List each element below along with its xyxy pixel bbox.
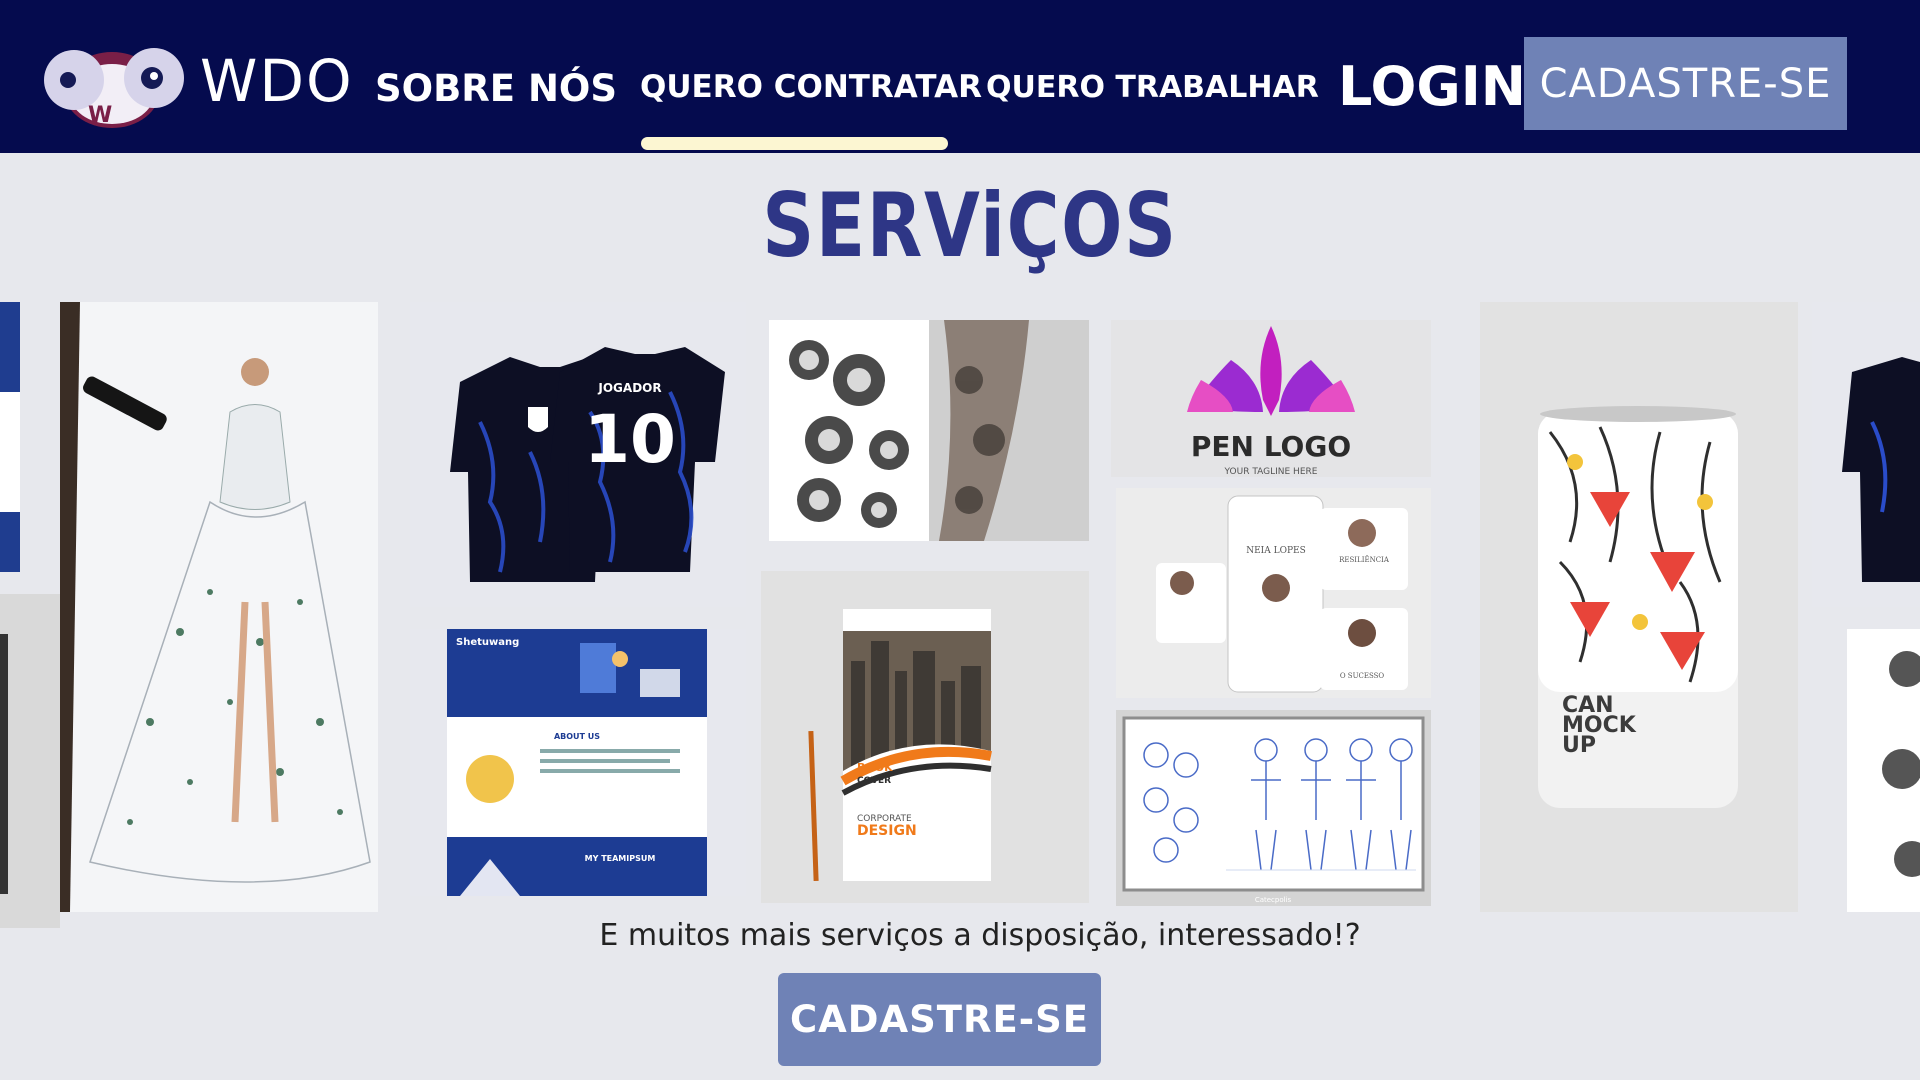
nav-quero-contratar[interactable]: QUERO CONTRATAR bbox=[640, 72, 982, 103]
svg-text:MY TEAMIPSUM: MY TEAMIPSUM bbox=[585, 854, 656, 863]
services-cta-text: E muitos mais serviços a disposição, int… bbox=[599, 918, 1361, 953]
brand-name[interactable]: WDO bbox=[200, 52, 354, 110]
gallery-tile-soccer-jersey[interactable]: JOGADOR 10 bbox=[410, 302, 746, 607]
svg-text:NEIA LOPES: NEIA LOPES bbox=[1246, 546, 1306, 556]
gallery-tile-pen-logo[interactable]: PEN LOGO YOUR TAGLINE HERE bbox=[1111, 320, 1431, 477]
nav-quero-trabalhar[interactable]: QUERO TRABALHAR bbox=[986, 73, 1319, 103]
gallery-tile-tattoo[interactable] bbox=[769, 320, 1089, 541]
gallery-tile-social-media[interactable]: NEIA LOPES RESILIÊNCIA O SUCESSO bbox=[1116, 488, 1431, 698]
svg-text:RESILIÊNCIA: RESILIÊNCIA bbox=[1339, 555, 1390, 564]
svg-text:10: 10 bbox=[584, 401, 676, 478]
svg-text:JOGADOR: JOGADOR bbox=[597, 381, 661, 395]
nav-sobre-nos[interactable]: SOBRE NÓS bbox=[375, 70, 617, 107]
gallery-tile-character-sketch[interactable]: Catecpolis bbox=[1116, 710, 1431, 906]
svg-text:COVER: COVER bbox=[857, 776, 891, 786]
gallery-tile-can-mockup[interactable]: CAN MOCK UP bbox=[1480, 302, 1798, 912]
gallery-tile-partial-left-top[interactable] bbox=[0, 302, 20, 572]
svg-text:UP: UP bbox=[1562, 733, 1596, 758]
svg-text:W: W bbox=[88, 103, 112, 128]
services-title: SERViÇOS bbox=[762, 174, 1178, 277]
gallery-tile-partial-right-top[interactable] bbox=[1812, 302, 1920, 607]
svg-text:Shetuwang: Shetuwang bbox=[456, 637, 519, 648]
gallery-tile-website-mockup[interactable]: Shetuwang ABOUT US MY TEAMIPSUM bbox=[410, 629, 746, 896]
svg-text:ABOUT US: ABOUT US bbox=[554, 732, 600, 741]
gallery-tile-partial-right-bottom[interactable] bbox=[1847, 629, 1920, 912]
brand-logo[interactable]: W bbox=[40, 40, 188, 132]
login-link[interactable]: LOGIN bbox=[1338, 60, 1526, 114]
svg-text:PEN LOGO: PEN LOGO bbox=[1191, 430, 1351, 463]
svg-text:YOUR TAGLINE HERE: YOUR TAGLINE HERE bbox=[1224, 467, 1318, 477]
svg-text:BOOK: BOOK bbox=[857, 761, 893, 774]
top-navbar: W WDO SOBRE NÓS QUERO CONTRATAR QUERO TR… bbox=[0, 0, 1920, 153]
owl-logo-icon: W bbox=[44, 48, 184, 128]
active-nav-indicator bbox=[641, 137, 948, 150]
svg-text:O SUCESSO: O SUCESSO bbox=[1340, 672, 1385, 680]
gallery-tile-partial-left-bottom[interactable] bbox=[0, 594, 60, 928]
gallery-tile-book-cover[interactable]: BOOK COVER CORPORATE DESIGN bbox=[761, 571, 1089, 903]
signup-button-main[interactable]: CADASTRE-SE bbox=[778, 973, 1101, 1066]
svg-text:Catecpolis: Catecpolis bbox=[1255, 896, 1292, 904]
signup-button-header[interactable]: CADASTRE-SE bbox=[1524, 37, 1847, 130]
svg-text:DESIGN: DESIGN bbox=[857, 823, 917, 839]
gallery-tile-fashion-sketch[interactable] bbox=[60, 302, 378, 912]
